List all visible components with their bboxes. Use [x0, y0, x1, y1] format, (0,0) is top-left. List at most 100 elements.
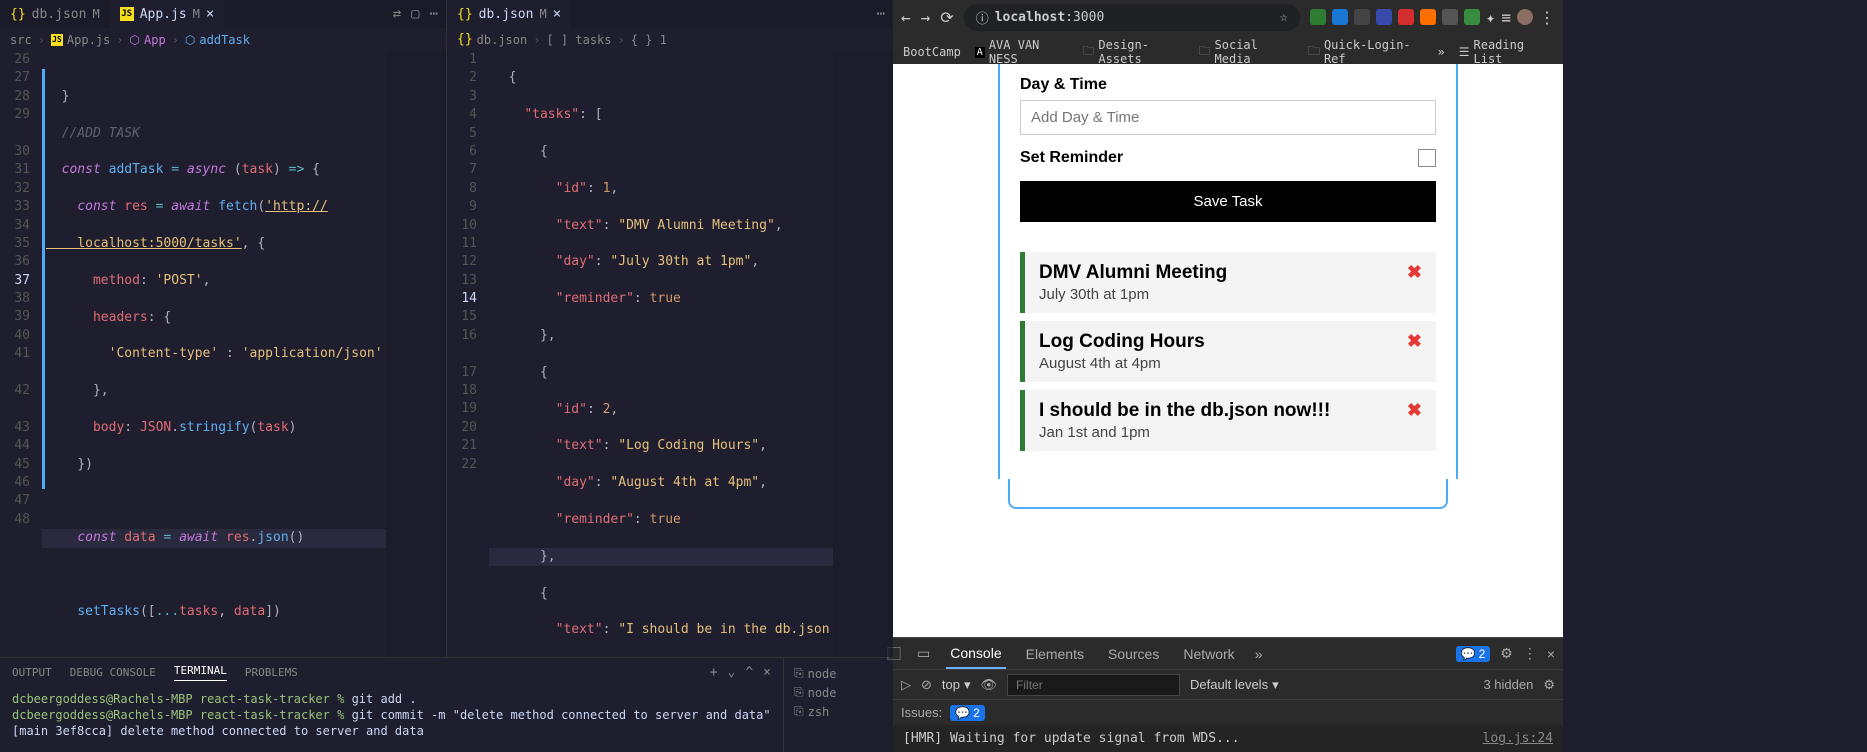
- panel-tab-output[interactable]: OUTPUT: [12, 666, 52, 679]
- clear-icon[interactable]: ⊘: [921, 677, 932, 693]
- editor-left[interactable]: 2627282930313233343536373839404142434445…: [0, 51, 446, 657]
- ext-icon[interactable]: [1442, 9, 1458, 25]
- ext-icon[interactable]: [1310, 9, 1326, 25]
- star-icon[interactable]: ☆: [1280, 10, 1288, 25]
- issues-label: Issues:: [901, 705, 942, 720]
- issues-badge[interactable]: 💬 2: [950, 705, 985, 721]
- panel-tab-debug[interactable]: DEBUG CONSOLE: [70, 666, 156, 679]
- list-icon: ☰: [1459, 45, 1470, 59]
- bookmark-item[interactable]: 🗀Social Media: [1199, 38, 1294, 66]
- reading-list[interactable]: ☰Reading List: [1459, 38, 1553, 66]
- close-icon[interactable]: ×: [763, 665, 771, 680]
- filter-input[interactable]: [1007, 674, 1180, 696]
- ext-icon[interactable]: [1376, 9, 1392, 25]
- more-tabs-icon[interactable]: »: [1255, 646, 1263, 662]
- context-select[interactable]: top ▾: [942, 677, 971, 693]
- day-input[interactable]: [1020, 100, 1436, 135]
- breadcrumb-left[interactable]: src› JSApp.js› ⬡ App› ⬡ addTask: [0, 28, 446, 51]
- terminal-item[interactable]: ⎘zsh: [790, 702, 887, 721]
- folder-icon: 🗀: [1308, 42, 1320, 63]
- settings-icon[interactable]: ⚙: [1500, 645, 1513, 662]
- ext-icon[interactable]: [1464, 9, 1480, 25]
- reminder-checkbox[interactable]: [1418, 149, 1436, 167]
- task-title: Log Coding Hours: [1039, 331, 1205, 353]
- minimap[interactable]: [386, 51, 446, 657]
- maximize-icon[interactable]: ^: [745, 665, 753, 680]
- extensions-icon[interactable]: ✦: [1486, 8, 1496, 27]
- log-source[interactable]: log.js:24: [1483, 731, 1553, 746]
- terminal-icon: ⎘: [794, 685, 804, 700]
- url-bar[interactable]: ⓘ localhost:3000 ☆: [964, 4, 1300, 31]
- avatar[interactable]: [1517, 9, 1533, 25]
- levels-select[interactable]: Default levels ▾: [1190, 677, 1279, 693]
- code-area[interactable]: { "tasks": [ { "id": 1, "text": "DMV Alu…: [489, 51, 833, 657]
- menu-icon[interactable]: ≡: [1501, 8, 1511, 27]
- breadcrumb-item[interactable]: App: [144, 33, 166, 47]
- breadcrumb-right[interactable]: {}db.json› [ ] tasks› { } 1: [446, 28, 893, 51]
- terminal-item[interactable]: ⎘node: [790, 664, 887, 683]
- bookmark-item[interactable]: 🗀Quick-Login-Ref: [1308, 38, 1424, 66]
- terminal-item[interactable]: ⎘node: [790, 683, 887, 702]
- editor-right[interactable]: 12345678910111213141516171819202122 { "t…: [446, 51, 893, 657]
- back-icon[interactable]: ←: [901, 8, 911, 27]
- delete-icon[interactable]: ✖: [1407, 400, 1422, 421]
- error-badge[interactable]: 💬 2: [1456, 646, 1491, 662]
- browser-chrome: ← → ⟳ ⓘ localhost:3000 ☆ ✦ ≡ ⋮: [893, 0, 1563, 64]
- task-item[interactable]: I should be in the db.json now!!! Jan 1s…: [1020, 390, 1436, 451]
- bookmark-item[interactable]: BootCamp: [903, 45, 961, 59]
- ext-icon[interactable]: [1398, 9, 1414, 25]
- console-output[interactable]: [HMR] Waiting for update signal from WDS…: [893, 725, 1563, 752]
- bookmark-item[interactable]: AAVA VAN NESS: [975, 38, 1069, 66]
- devtools-tab-elements[interactable]: Elements: [1022, 640, 1088, 668]
- save-button[interactable]: Save Task: [1020, 181, 1436, 222]
- more-icon[interactable]: ⋯: [877, 6, 885, 22]
- panel-tab-terminal[interactable]: TERMINAL: [174, 664, 227, 681]
- panel-tabs: OUTPUT DEBUG CONSOLE TERMINAL PROBLEMS +…: [0, 658, 783, 687]
- ext-icon[interactable]: [1332, 9, 1348, 25]
- more-icon[interactable]: ⋮: [1539, 8, 1555, 27]
- task-item[interactable]: Log Coding Hours August 4th at 4pm ✖: [1020, 321, 1436, 382]
- forward-icon[interactable]: →: [921, 8, 931, 27]
- terminal[interactable]: dcbeergoddess@Rachels-MBP react-task-tra…: [0, 687, 783, 752]
- close-icon[interactable]: ×: [206, 6, 214, 22]
- more-icon[interactable]: ⋯: [430, 6, 438, 22]
- devtools-tab-sources[interactable]: Sources: [1104, 640, 1163, 668]
- minimap[interactable]: [833, 51, 893, 657]
- add-terminal-icon[interactable]: +: [710, 665, 718, 680]
- delete-icon[interactable]: ✖: [1407, 262, 1422, 283]
- tab-db-json-2[interactable]: {} db.json M ×: [447, 0, 571, 28]
- settings-icon[interactable]: ⚙: [1543, 677, 1555, 693]
- devtools-tab-network[interactable]: Network: [1179, 640, 1238, 668]
- breadcrumb-item[interactable]: db.json: [477, 33, 528, 47]
- breadcrumb-item[interactable]: App.js: [67, 33, 110, 47]
- info-icon: ⓘ: [976, 8, 989, 27]
- hidden-count[interactable]: 3 hidden: [1483, 677, 1533, 692]
- breadcrumb-item[interactable]: src: [10, 33, 32, 47]
- devtools-tab-console[interactable]: Console: [946, 639, 1005, 669]
- breadcrumb-item[interactable]: [ ] tasks: [546, 33, 611, 47]
- task-item[interactable]: DMV Alumni Meeting July 30th at 1pm ✖: [1020, 252, 1436, 313]
- panel-tab-problems[interactable]: PROBLEMS: [245, 666, 298, 679]
- dropdown-icon[interactable]: ⌄: [728, 665, 736, 680]
- device-icon[interactable]: ▭: [917, 645, 930, 662]
- reload-icon[interactable]: ⟳: [940, 8, 953, 27]
- ext-icon[interactable]: [1354, 9, 1370, 25]
- bookmark-item[interactable]: 🗀Design-Assets: [1082, 38, 1184, 66]
- more-icon[interactable]: ⋮: [1523, 645, 1537, 662]
- day-label: Day & Time: [1020, 76, 1436, 94]
- close-icon[interactable]: ×: [553, 6, 561, 22]
- tab-app-js[interactable]: JS App.js M ×: [110, 0, 225, 28]
- eye-icon[interactable]: 👁: [981, 677, 998, 693]
- terminal-icon: ⎘: [794, 704, 804, 719]
- overflow-icon[interactable]: »: [1438, 45, 1445, 59]
- code-area[interactable]: } //ADD TASK const addTask = async (task…: [42, 51, 386, 657]
- delete-icon[interactable]: ✖: [1407, 331, 1422, 352]
- compare-icon[interactable]: ⇄: [393, 6, 401, 22]
- breadcrumb-item[interactable]: addTask: [199, 33, 250, 47]
- close-icon[interactable]: ×: [1547, 646, 1555, 662]
- breadcrumb-item[interactable]: { } 1: [631, 33, 667, 47]
- ext-icon[interactable]: [1420, 9, 1436, 25]
- tab-db-json[interactable]: {} db.json M: [0, 0, 110, 28]
- split-icon[interactable]: ▢: [411, 6, 419, 22]
- play-icon[interactable]: ▷: [901, 677, 911, 693]
